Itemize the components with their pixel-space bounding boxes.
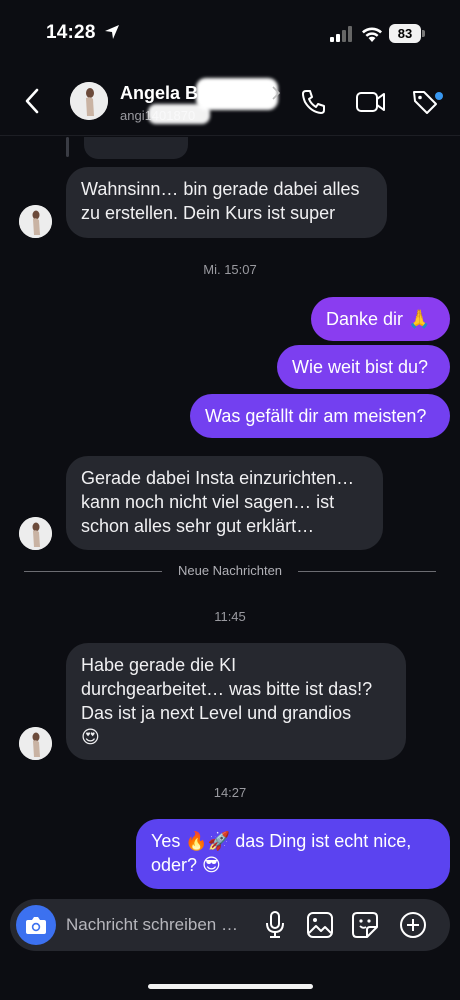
image-icon[interactable] <box>306 910 334 940</box>
home-indicator[interactable] <box>148 984 313 989</box>
redaction-mark <box>148 104 210 124</box>
timestamp: 14:27 <box>213 785 247 800</box>
reply-line <box>66 137 69 157</box>
plus-icon[interactable] <box>398 910 428 940</box>
notification-dot <box>435 92 443 100</box>
video-icon[interactable] <box>355 88 387 116</box>
redaction-mark <box>196 78 278 110</box>
incoming-message[interactable]: Wahnsinn… bin gerade dabei alles zu erst… <box>66 167 387 238</box>
outgoing-message[interactable]: Wie weit bist du? <box>277 345 450 389</box>
camera-icon <box>26 917 46 934</box>
battery-indicator: 83 <box>389 24 421 43</box>
previous-media-card[interactable] <box>84 137 188 159</box>
new-messages-divider: Neue Nachrichten <box>24 563 436 579</box>
location-arrow-icon <box>105 25 119 39</box>
camera-button[interactable] <box>16 905 56 945</box>
status-bar: 14:28 83 <box>0 0 460 64</box>
message-composer[interactable]: Nachricht schreiben … <box>10 899 450 951</box>
avatar[interactable] <box>19 727 52 760</box>
status-time: 14:28 <box>46 22 96 43</box>
back-icon[interactable] <box>24 88 40 114</box>
sticker-icon[interactable] <box>351 910 379 940</box>
avatar[interactable] <box>70 82 108 120</box>
message-thread: Wahnsinn… bin gerade dabei alles zu erst… <box>0 137 460 897</box>
battery-tip <box>422 30 425 37</box>
signal-icon <box>330 26 352 42</box>
wifi-icon <box>362 27 382 42</box>
phone-icon[interactable] <box>300 88 328 116</box>
outgoing-message[interactable]: Danke dir 🙏 <box>311 297 450 341</box>
outgoing-message[interactable]: Yes 🔥🚀 das Ding ist echt nice, oder? 😎 <box>136 819 450 889</box>
outgoing-message[interactable]: Was gefällt dir am meisten? <box>190 394 450 438</box>
timestamp: 11:45 <box>214 609 246 624</box>
timestamp: Mi. 15:07 <box>203 262 257 277</box>
incoming-message[interactable]: Gerade dabei Insta einzurichten… kann no… <box>66 456 383 550</box>
message-input[interactable]: Nachricht schreiben … <box>66 915 238 935</box>
avatar[interactable] <box>19 517 52 550</box>
incoming-message[interactable]: Habe gerade die KI durchgearbeitet… was … <box>66 643 406 760</box>
chevron-right-icon[interactable] <box>272 86 280 100</box>
chat-header: Angela B angi1401870 <box>0 64 460 136</box>
contact-name[interactable]: Angela B <box>120 83 198 104</box>
mic-icon[interactable] <box>263 910 287 940</box>
tag-icon[interactable] <box>411 88 439 116</box>
avatar[interactable] <box>19 205 52 238</box>
